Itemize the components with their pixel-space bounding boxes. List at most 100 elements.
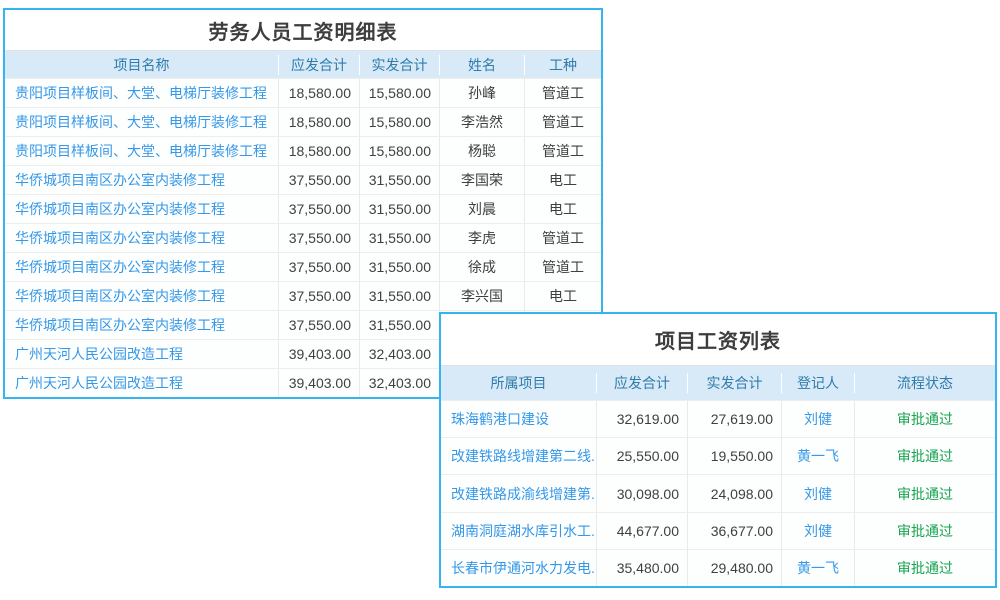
- paid-value: 24,098.00: [688, 475, 782, 511]
- project-link[interactable]: 华侨城项目南区办公室内装修工程: [5, 166, 279, 194]
- job-type: 电工: [525, 282, 601, 310]
- registrar-link[interactable]: 黄一飞: [782, 550, 855, 586]
- worker-name: 刘晨: [440, 195, 525, 223]
- worker-name: 李国荣: [440, 166, 525, 194]
- paid-value: 15,580.00: [360, 79, 440, 107]
- table-row: 华侨城项目南区办公室内装修工程 37,550.00 31,550.00 李虎 管…: [5, 223, 601, 252]
- worker-name: 李虎: [440, 224, 525, 252]
- project-link[interactable]: 华侨城项目南区办公室内装修工程: [5, 195, 279, 223]
- project-link[interactable]: 华侨城项目南区办公室内装修工程: [5, 311, 279, 339]
- project-link[interactable]: 湖南洞庭湖水库引水工...: [441, 513, 597, 549]
- registrar-link[interactable]: 刘健: [782, 513, 855, 549]
- col-header-project: 所属项目: [441, 373, 597, 393]
- col-header-paid: 实发合计: [688, 373, 782, 393]
- status-link[interactable]: 审批通过: [855, 550, 995, 586]
- project-table-header: 所属项目 应发合计 实发合计 登记人 流程状态: [441, 365, 995, 400]
- registrar-link[interactable]: 黄一飞: [782, 438, 855, 474]
- paid-value: 31,550.00: [360, 311, 440, 339]
- payable-value: 32,619.00: [597, 401, 688, 437]
- worker-name: 杨聪: [440, 137, 525, 165]
- status-link[interactable]: 审批通过: [855, 438, 995, 474]
- project-link[interactable]: 珠海鹤港口建设: [441, 401, 597, 437]
- paid-value: 31,550.00: [360, 195, 440, 223]
- table-row: 贵阳项目样板间、大堂、电梯厅装修工程 18,580.00 15,580.00 李…: [5, 107, 601, 136]
- project-link[interactable]: 改建铁路线增建第二线...: [441, 438, 597, 474]
- paid-value: 19,550.00: [688, 438, 782, 474]
- col-header-name: 姓名: [440, 55, 525, 75]
- project-link[interactable]: 贵阳项目样板间、大堂、电梯厅装修工程: [5, 137, 279, 165]
- col-header-registrar: 登记人: [782, 373, 855, 393]
- payable-value: 37,550.00: [279, 195, 360, 223]
- payable-value: 35,480.00: [597, 550, 688, 586]
- payable-value: 44,677.00: [597, 513, 688, 549]
- job-type: 电工: [525, 166, 601, 194]
- project-link[interactable]: 改建铁路成渝线增建第...: [441, 475, 597, 511]
- paid-value: 32,403.00: [360, 369, 440, 397]
- paid-value: 31,550.00: [360, 282, 440, 310]
- job-type: 管道工: [525, 137, 601, 165]
- project-link[interactable]: 贵阳项目样板间、大堂、电梯厅装修工程: [5, 108, 279, 136]
- col-header-payable: 应发合计: [597, 373, 688, 393]
- project-link[interactable]: 长春市伊通河水力发电...: [441, 550, 597, 586]
- job-type: 电工: [525, 195, 601, 223]
- registrar-link[interactable]: 刘健: [782, 401, 855, 437]
- col-header-status: 流程状态: [855, 373, 995, 393]
- table-row: 华侨城项目南区办公室内装修工程 37,550.00 31,550.00 李兴国 …: [5, 281, 601, 310]
- registrar-link[interactable]: 刘健: [782, 475, 855, 511]
- table-row: 湖南洞庭湖水库引水工... 44,677.00 36,677.00 刘健 审批通…: [441, 512, 995, 549]
- paid-value: 31,550.00: [360, 166, 440, 194]
- payable-value: 37,550.00: [279, 253, 360, 281]
- paid-value: 31,550.00: [360, 253, 440, 281]
- worker-name: 孙峰: [440, 79, 525, 107]
- project-salary-list-table: 项目工资列表 所属项目 应发合计 实发合计 登记人 流程状态 珠海鹤港口建设 3…: [439, 312, 997, 588]
- worker-name: 徐成: [440, 253, 525, 281]
- project-table-title: 项目工资列表: [441, 314, 995, 365]
- table-row: 改建铁路线增建第二线... 25,550.00 19,550.00 黄一飞 审批…: [441, 437, 995, 474]
- table-row: 华侨城项目南区办公室内装修工程 37,550.00 31,550.00 李国荣 …: [5, 165, 601, 194]
- paid-value: 15,580.00: [360, 137, 440, 165]
- project-link[interactable]: 广州天河人民公园改造工程: [5, 340, 279, 368]
- col-header-paid: 实发合计: [360, 55, 440, 75]
- col-header-payable: 应发合计: [279, 55, 360, 75]
- status-link[interactable]: 审批通过: [855, 513, 995, 549]
- job-type: 管道工: [525, 224, 601, 252]
- paid-value: 31,550.00: [360, 224, 440, 252]
- paid-value: 32,403.00: [360, 340, 440, 368]
- job-type: 管道工: [525, 79, 601, 107]
- job-type: 管道工: [525, 253, 601, 281]
- worker-name: 李浩然: [440, 108, 525, 136]
- project-link[interactable]: 华侨城项目南区办公室内装修工程: [5, 253, 279, 281]
- project-link[interactable]: 华侨城项目南区办公室内装修工程: [5, 282, 279, 310]
- project-table-body: 珠海鹤港口建设 32,619.00 27,619.00 刘健 审批通过 改建铁路…: [441, 400, 995, 586]
- payable-value: 30,098.00: [597, 475, 688, 511]
- paid-value: 15,580.00: [360, 108, 440, 136]
- payable-value: 37,550.00: [279, 311, 360, 339]
- payable-value: 39,403.00: [279, 340, 360, 368]
- paid-value: 36,677.00: [688, 513, 782, 549]
- project-link[interactable]: 贵阳项目样板间、大堂、电梯厅装修工程: [5, 79, 279, 107]
- labor-table-title: 劳务人员工资明细表: [5, 10, 601, 50]
- payable-value: 37,550.00: [279, 224, 360, 252]
- worker-name: 李兴国: [440, 282, 525, 310]
- payable-value: 37,550.00: [279, 166, 360, 194]
- payable-value: 18,580.00: [279, 108, 360, 136]
- project-link[interactable]: 广州天河人民公园改造工程: [5, 369, 279, 397]
- paid-value: 27,619.00: [688, 401, 782, 437]
- payable-value: 18,580.00: [279, 137, 360, 165]
- table-row: 珠海鹤港口建设 32,619.00 27,619.00 刘健 审批通过: [441, 400, 995, 437]
- table-row: 华侨城项目南区办公室内装修工程 37,550.00 31,550.00 刘晨 电…: [5, 194, 601, 223]
- status-link[interactable]: 审批通过: [855, 401, 995, 437]
- table-row: 长春市伊通河水力发电... 35,480.00 29,480.00 黄一飞 审批…: [441, 549, 995, 586]
- job-type: 管道工: [525, 108, 601, 136]
- table-row: 贵阳项目样板间、大堂、电梯厅装修工程 18,580.00 15,580.00 杨…: [5, 136, 601, 165]
- payable-value: 25,550.00: [597, 438, 688, 474]
- paid-value: 29,480.00: [688, 550, 782, 586]
- status-link[interactable]: 审批通过: [855, 475, 995, 511]
- table-row: 贵阳项目样板间、大堂、电梯厅装修工程 18,580.00 15,580.00 孙…: [5, 78, 601, 107]
- payable-value: 18,580.00: [279, 79, 360, 107]
- col-header-job: 工种: [525, 55, 601, 75]
- table-row: 华侨城项目南区办公室内装修工程 37,550.00 31,550.00 徐成 管…: [5, 252, 601, 281]
- table-row: 改建铁路成渝线增建第... 30,098.00 24,098.00 刘健 审批通…: [441, 474, 995, 511]
- project-link[interactable]: 华侨城项目南区办公室内装修工程: [5, 224, 279, 252]
- payable-value: 39,403.00: [279, 369, 360, 397]
